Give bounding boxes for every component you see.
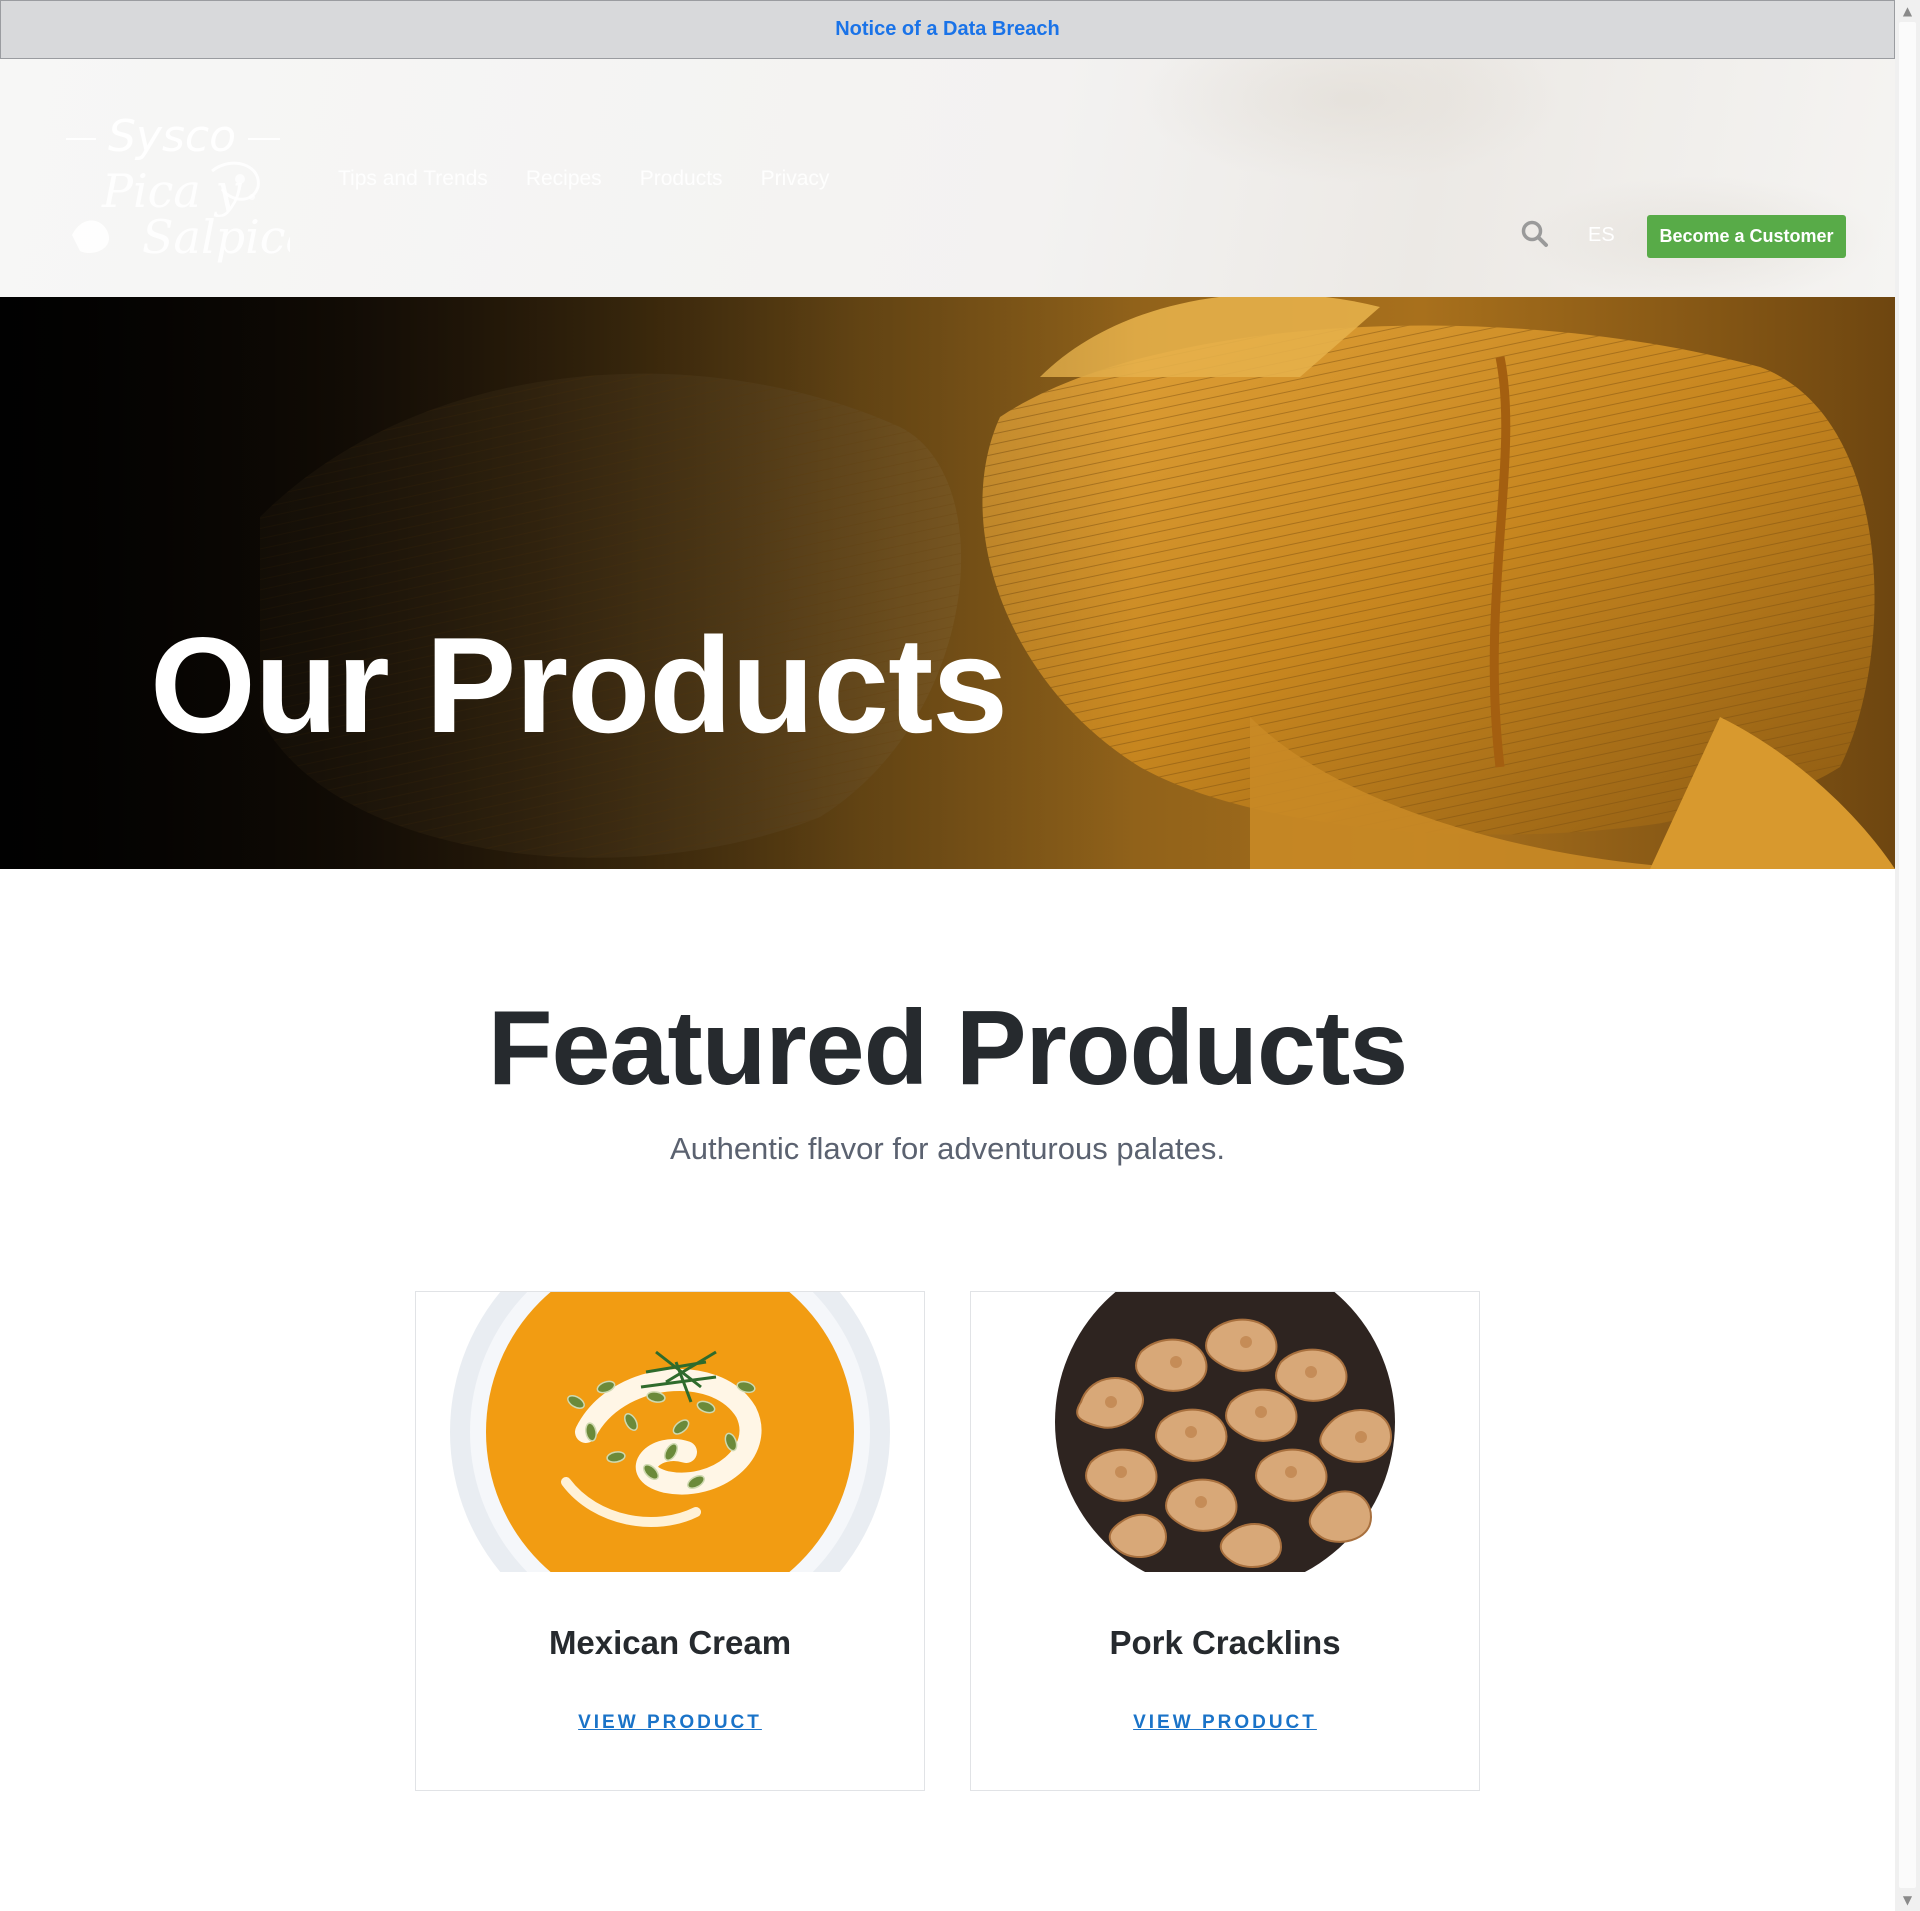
data-breach-notice-link[interactable]: Notice of a Data Breach: [835, 18, 1060, 41]
svg-text:Sysco: Sysco: [108, 111, 236, 162]
mexican-cream-image[interactable]: [416, 1292, 924, 1572]
site-header: Sysco Pica y Salpica Tips and Trends Rec…: [0, 59, 1895, 297]
page: Notice of a Data Breach Sysco Pica y Sal…: [0, 0, 1895, 1911]
svg-text:Salpica: Salpica: [142, 210, 290, 264]
product-card-mexican-cream: Mexican Cream VIEW PRODUCT: [415, 1291, 925, 1791]
logo-image: Sysco Pica y Salpica: [66, 111, 313, 264]
vertical-scrollbar[interactable]: ▲ ▼: [1895, 0, 1920, 1911]
featured-products-heading: Featured Products: [487, 989, 1409, 1107]
nav-recipes[interactable]: Recipes: [526, 167, 602, 191]
become-a-customer-button[interactable]: Become a Customer: [1647, 215, 1846, 258]
product-name: Pork Cracklins: [1109, 1624, 1341, 1661]
product-card-pork-cracklins: Pork Cracklins VIEW PRODUCT: [970, 1291, 1480, 1791]
language-toggle[interactable]: ES: [1588, 224, 1615, 247]
main-nav: Tips and Trends Recipes Products Privacy: [338, 167, 829, 191]
nav-products[interactable]: Products: [640, 167, 723, 191]
nav-tips-and-trends[interactable]: Tips and Trends: [338, 167, 488, 191]
product-name: Mexican Cream: [548, 1624, 792, 1661]
hero-tamales-image: [0, 297, 1895, 869]
featured-products-subtitle: Authentic flavor for adventurous palates…: [670, 1131, 1225, 1166]
search-icon[interactable]: [1520, 219, 1550, 249]
scroll-down-arrow-icon[interactable]: ▼: [1895, 1889, 1920, 1911]
hero-title: Our Products: [150, 609, 1008, 761]
pork-cracklins-image[interactable]: [971, 1292, 1479, 1572]
header-background-texture: [1050, 59, 1895, 297]
sysco-pica-y-salpica-logo[interactable]: Sysco Pica y Salpica: [62, 105, 313, 265]
scrollbar-thumb[interactable]: [1899, 22, 1916, 1888]
scroll-up-arrow-icon[interactable]: ▲: [1895, 0, 1920, 22]
nav-privacy[interactable]: Privacy: [761, 167, 830, 191]
view-product-link[interactable]: VIEW PRODUCT: [971, 1712, 1479, 1734]
notice-bar: Notice of a Data Breach: [0, 0, 1895, 59]
view-product-link[interactable]: VIEW PRODUCT: [416, 1712, 924, 1734]
hero-banner: Our Products: [0, 297, 1895, 869]
